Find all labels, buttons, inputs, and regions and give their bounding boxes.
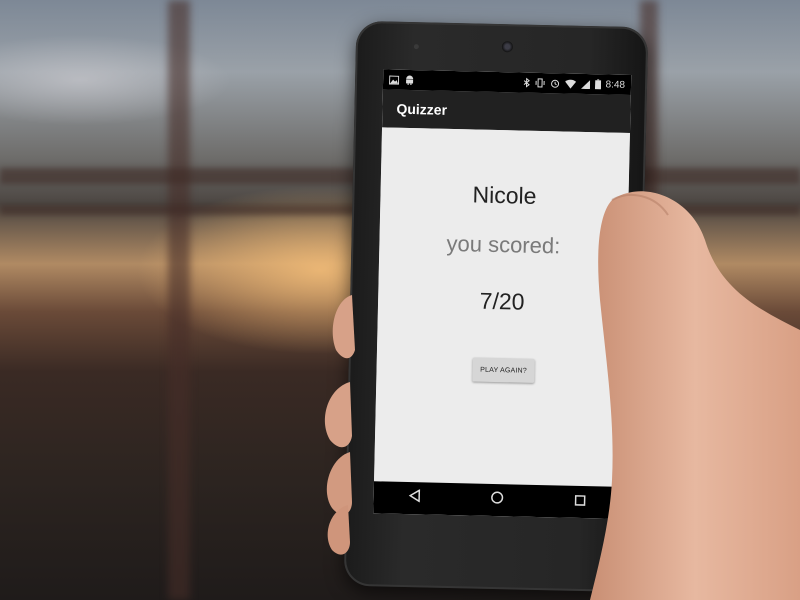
navigation-bar	[373, 481, 622, 519]
front-camera	[501, 41, 514, 53]
play-again-button[interactable]: PLAY AGAIN?	[472, 357, 535, 383]
phone-device: 8:48 Quizzer Nicole you scored: 7/20 PLA…	[343, 20, 649, 593]
phone-screen: 8:48 Quizzer Nicole you scored: 7/20 PLA…	[373, 69, 632, 519]
vibrate-icon	[535, 78, 545, 88]
back-button[interactable]	[402, 485, 429, 512]
recents-button[interactable]	[567, 489, 594, 516]
score-value: 7/20	[479, 287, 525, 315]
back-icon	[409, 488, 421, 507]
bluetooth-icon	[523, 77, 530, 88]
background-window-post	[168, 0, 190, 600]
alarm-icon	[549, 78, 559, 88]
home-button[interactable]	[484, 487, 511, 514]
wifi-icon	[564, 79, 576, 89]
recents-icon	[574, 493, 586, 511]
app-title: Quizzer	[396, 100, 448, 118]
scored-label: you scored:	[446, 230, 561, 259]
app-bar: Quizzer	[382, 89, 631, 133]
signal-icon	[580, 79, 590, 89]
sensor-dot	[413, 44, 419, 50]
home-icon	[491, 491, 504, 509]
result-panel: Nicole you scored: 7/20 PLAY AGAIN?	[374, 127, 630, 487]
battery-icon	[594, 79, 601, 90]
image-icon	[389, 75, 400, 85]
player-name: Nicole	[472, 181, 537, 209]
android-icon	[405, 75, 414, 86]
status-time: 8:48	[605, 78, 626, 91]
